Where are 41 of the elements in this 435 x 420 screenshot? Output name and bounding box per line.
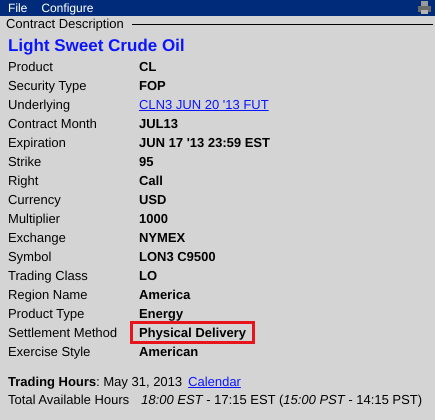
field-value: JUL13: [139, 114, 178, 133]
total-hours-label: Total Available Hours: [8, 391, 130, 409]
total-hours-value: 18:00 EST - 17:15 EST (15:00 PST - 14:15 PST): [141, 391, 422, 409]
section-title: Contract Description: [6, 16, 125, 32]
field-value: 1000: [139, 210, 168, 228]
field-label: Exchange: [8, 228, 67, 247]
field-label: Currency: [8, 190, 62, 209]
field-label: Strike: [8, 152, 42, 171]
field-value: LO: [139, 266, 158, 285]
calendar-link[interactable]: Calendar: [188, 373, 241, 391]
field-label: Region Name: [8, 286, 88, 304]
field-value: JUN 17 '13 23:59 EST: [139, 134, 270, 152]
field-value: LON3 C9500: [139, 248, 216, 266]
field-value: Call: [139, 172, 163, 190]
field-value: FOP: [139, 76, 166, 95]
field-value: USD: [139, 190, 166, 209]
underlying-link[interactable]: CLN3 JUN 20 '13 FUT: [139, 94, 269, 114]
field-label: Underlying: [8, 96, 72, 114]
field-label: Symbol: [8, 248, 52, 266]
field-label: Contract Month: [8, 114, 98, 133]
field-label: Multiplier: [8, 210, 62, 228]
field-label: Product Type: [8, 304, 86, 323]
field-label: Expiration: [8, 134, 67, 152]
field-value: CL: [139, 58, 156, 76]
field-value: American: [139, 342, 198, 361]
field-value: NYMEX: [139, 228, 186, 247]
field-value: America: [139, 286, 190, 304]
field-label: Security Type: [8, 76, 88, 95]
field-value: Energy: [139, 304, 184, 323]
trading-hours-text: Trading Hours: May 31, 2013: [8, 373, 182, 391]
menu-item[interactable]: File: [8, 0, 28, 16]
field-label: Trading Class: [8, 266, 89, 285]
field-label: Settlement Method: [8, 324, 118, 342]
field-label: Right: [8, 172, 40, 190]
field-value: Physical Delivery: [133, 324, 252, 341]
contract-title: Light Sweet Crude Oil: [7, 35, 186, 57]
field-label: Exercise Style: [8, 342, 92, 361]
field-label: Product: [8, 58, 54, 76]
menu-item[interactable]: Configure: [41, 0, 94, 16]
printer-icon[interactable]: [418, 1, 431, 14]
field-value: 95: [139, 152, 154, 171]
